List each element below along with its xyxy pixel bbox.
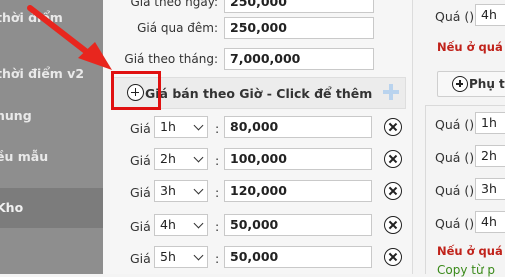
overtime-row-label: Quá () bbox=[435, 216, 475, 231]
chevron-down-icon bbox=[193, 250, 204, 261]
overtime-row-input[interactable]: 2h bbox=[475, 145, 505, 167]
overtime-row-input[interactable]: 3h bbox=[475, 178, 505, 200]
hourly-row-label: Giá bbox=[130, 121, 151, 136]
remove-row-icon[interactable] bbox=[384, 118, 402, 136]
monthly-price-input[interactable]: 7,000,000 bbox=[224, 48, 374, 70]
overtime-row-label: Quá () bbox=[435, 117, 475, 132]
hour-select-value: 3h bbox=[160, 183, 176, 198]
hour-select-value: 2h bbox=[160, 151, 176, 166]
hour-select[interactable]: 5h bbox=[154, 246, 208, 268]
sidebar-item-general[interactable]: hung bbox=[0, 100, 103, 132]
overtime-note-bottom: Nếu ở quá c bbox=[437, 244, 505, 258]
monthly-price-label: Giá theo tháng: bbox=[124, 52, 218, 66]
sidebar: thời điểm thời điểm v2 hung ều mẫu Kho bbox=[0, 0, 103, 274]
daily-price-label: Giá theo ngày: bbox=[130, 0, 219, 9]
hour-select[interactable]: 2h bbox=[154, 148, 208, 170]
remove-row-icon[interactable] bbox=[384, 216, 402, 234]
hourly-price-input[interactable]: 100,000 bbox=[224, 148, 372, 170]
daily-price-input[interactable]: 250,000 bbox=[224, 0, 374, 13]
hourly-row-label: Giá bbox=[130, 251, 151, 266]
hourly-row-label: Giá bbox=[130, 219, 151, 234]
sidebar-item-label: Kho bbox=[0, 200, 24, 215]
hour-select-value: 1h bbox=[160, 119, 176, 134]
sidebar-item-time[interactable]: thời điểm bbox=[0, 2, 103, 34]
hour-select[interactable]: 4h bbox=[154, 214, 208, 236]
overtime-note: Nếu ở quá c bbox=[437, 40, 505, 54]
hourly-price-input[interactable]: 50,000 bbox=[224, 214, 372, 236]
hourly-price-input[interactable]: 120,000 bbox=[224, 180, 372, 202]
highlight-box bbox=[111, 71, 161, 110]
hourly-price-section-title: Giá bán theo Giờ - Click để thêm bbox=[145, 86, 373, 101]
overtime-row-label: Quá () bbox=[435, 183, 475, 198]
colon: : bbox=[215, 153, 220, 168]
copy-link[interactable]: Copy từ p bbox=[437, 263, 495, 277]
add-circle-icon bbox=[452, 76, 468, 92]
colon: : bbox=[215, 251, 220, 266]
sidebar-item-label: thời điểm bbox=[0, 10, 63, 25]
hourly-row-label: Giá bbox=[130, 185, 151, 200]
hour-select-value: 5h bbox=[160, 249, 176, 264]
sidebar-item-time-v2[interactable]: thời điểm v2 bbox=[0, 58, 103, 90]
surcharge-button-label: Phụ tr bbox=[469, 77, 505, 91]
overtime-row-label: Quá () bbox=[435, 150, 475, 165]
add-hourly-plus-icon[interactable] bbox=[383, 84, 399, 100]
overtime-input[interactable]: 4h bbox=[475, 4, 505, 26]
hour-select[interactable]: 3h bbox=[154, 180, 208, 202]
sidebar-item-warehouse[interactable]: Kho bbox=[0, 188, 103, 228]
chevron-down-icon bbox=[193, 152, 204, 163]
sidebar-item-label: thời điểm v2 bbox=[0, 66, 85, 81]
chevron-down-icon bbox=[193, 120, 204, 131]
colon: : bbox=[215, 185, 220, 200]
chevron-down-icon bbox=[193, 218, 204, 229]
surcharge-button[interactable]: Phụ tr bbox=[437, 71, 505, 97]
hour-select-value: 4h bbox=[160, 217, 176, 232]
sidebar-item-label: hung bbox=[0, 108, 32, 123]
sidebar-item-template[interactable]: ều mẫu bbox=[0, 141, 103, 173]
hourly-row-label: Giá bbox=[130, 153, 151, 168]
colon: : bbox=[215, 121, 220, 136]
overnight-price-input[interactable]: 250,000 bbox=[224, 17, 374, 39]
colon: : bbox=[215, 219, 220, 234]
hourly-price-input[interactable]: 80,000 bbox=[224, 116, 372, 138]
chevron-down-icon bbox=[193, 184, 204, 195]
sidebar-item-label: ều mẫu bbox=[0, 149, 49, 164]
overtime-label: Quá () bbox=[435, 9, 475, 24]
remove-row-icon[interactable] bbox=[384, 248, 402, 266]
remove-row-icon[interactable] bbox=[384, 182, 402, 200]
overtime-row-input[interactable]: 4h bbox=[475, 211, 505, 233]
overtime-row-input[interactable]: 1h bbox=[475, 112, 505, 134]
hour-select[interactable]: 1h bbox=[154, 116, 208, 138]
remove-row-icon[interactable] bbox=[384, 150, 402, 168]
hourly-price-input[interactable]: 50,000 bbox=[224, 246, 372, 268]
overnight-price-label: Giá qua đêm: bbox=[137, 21, 218, 35]
